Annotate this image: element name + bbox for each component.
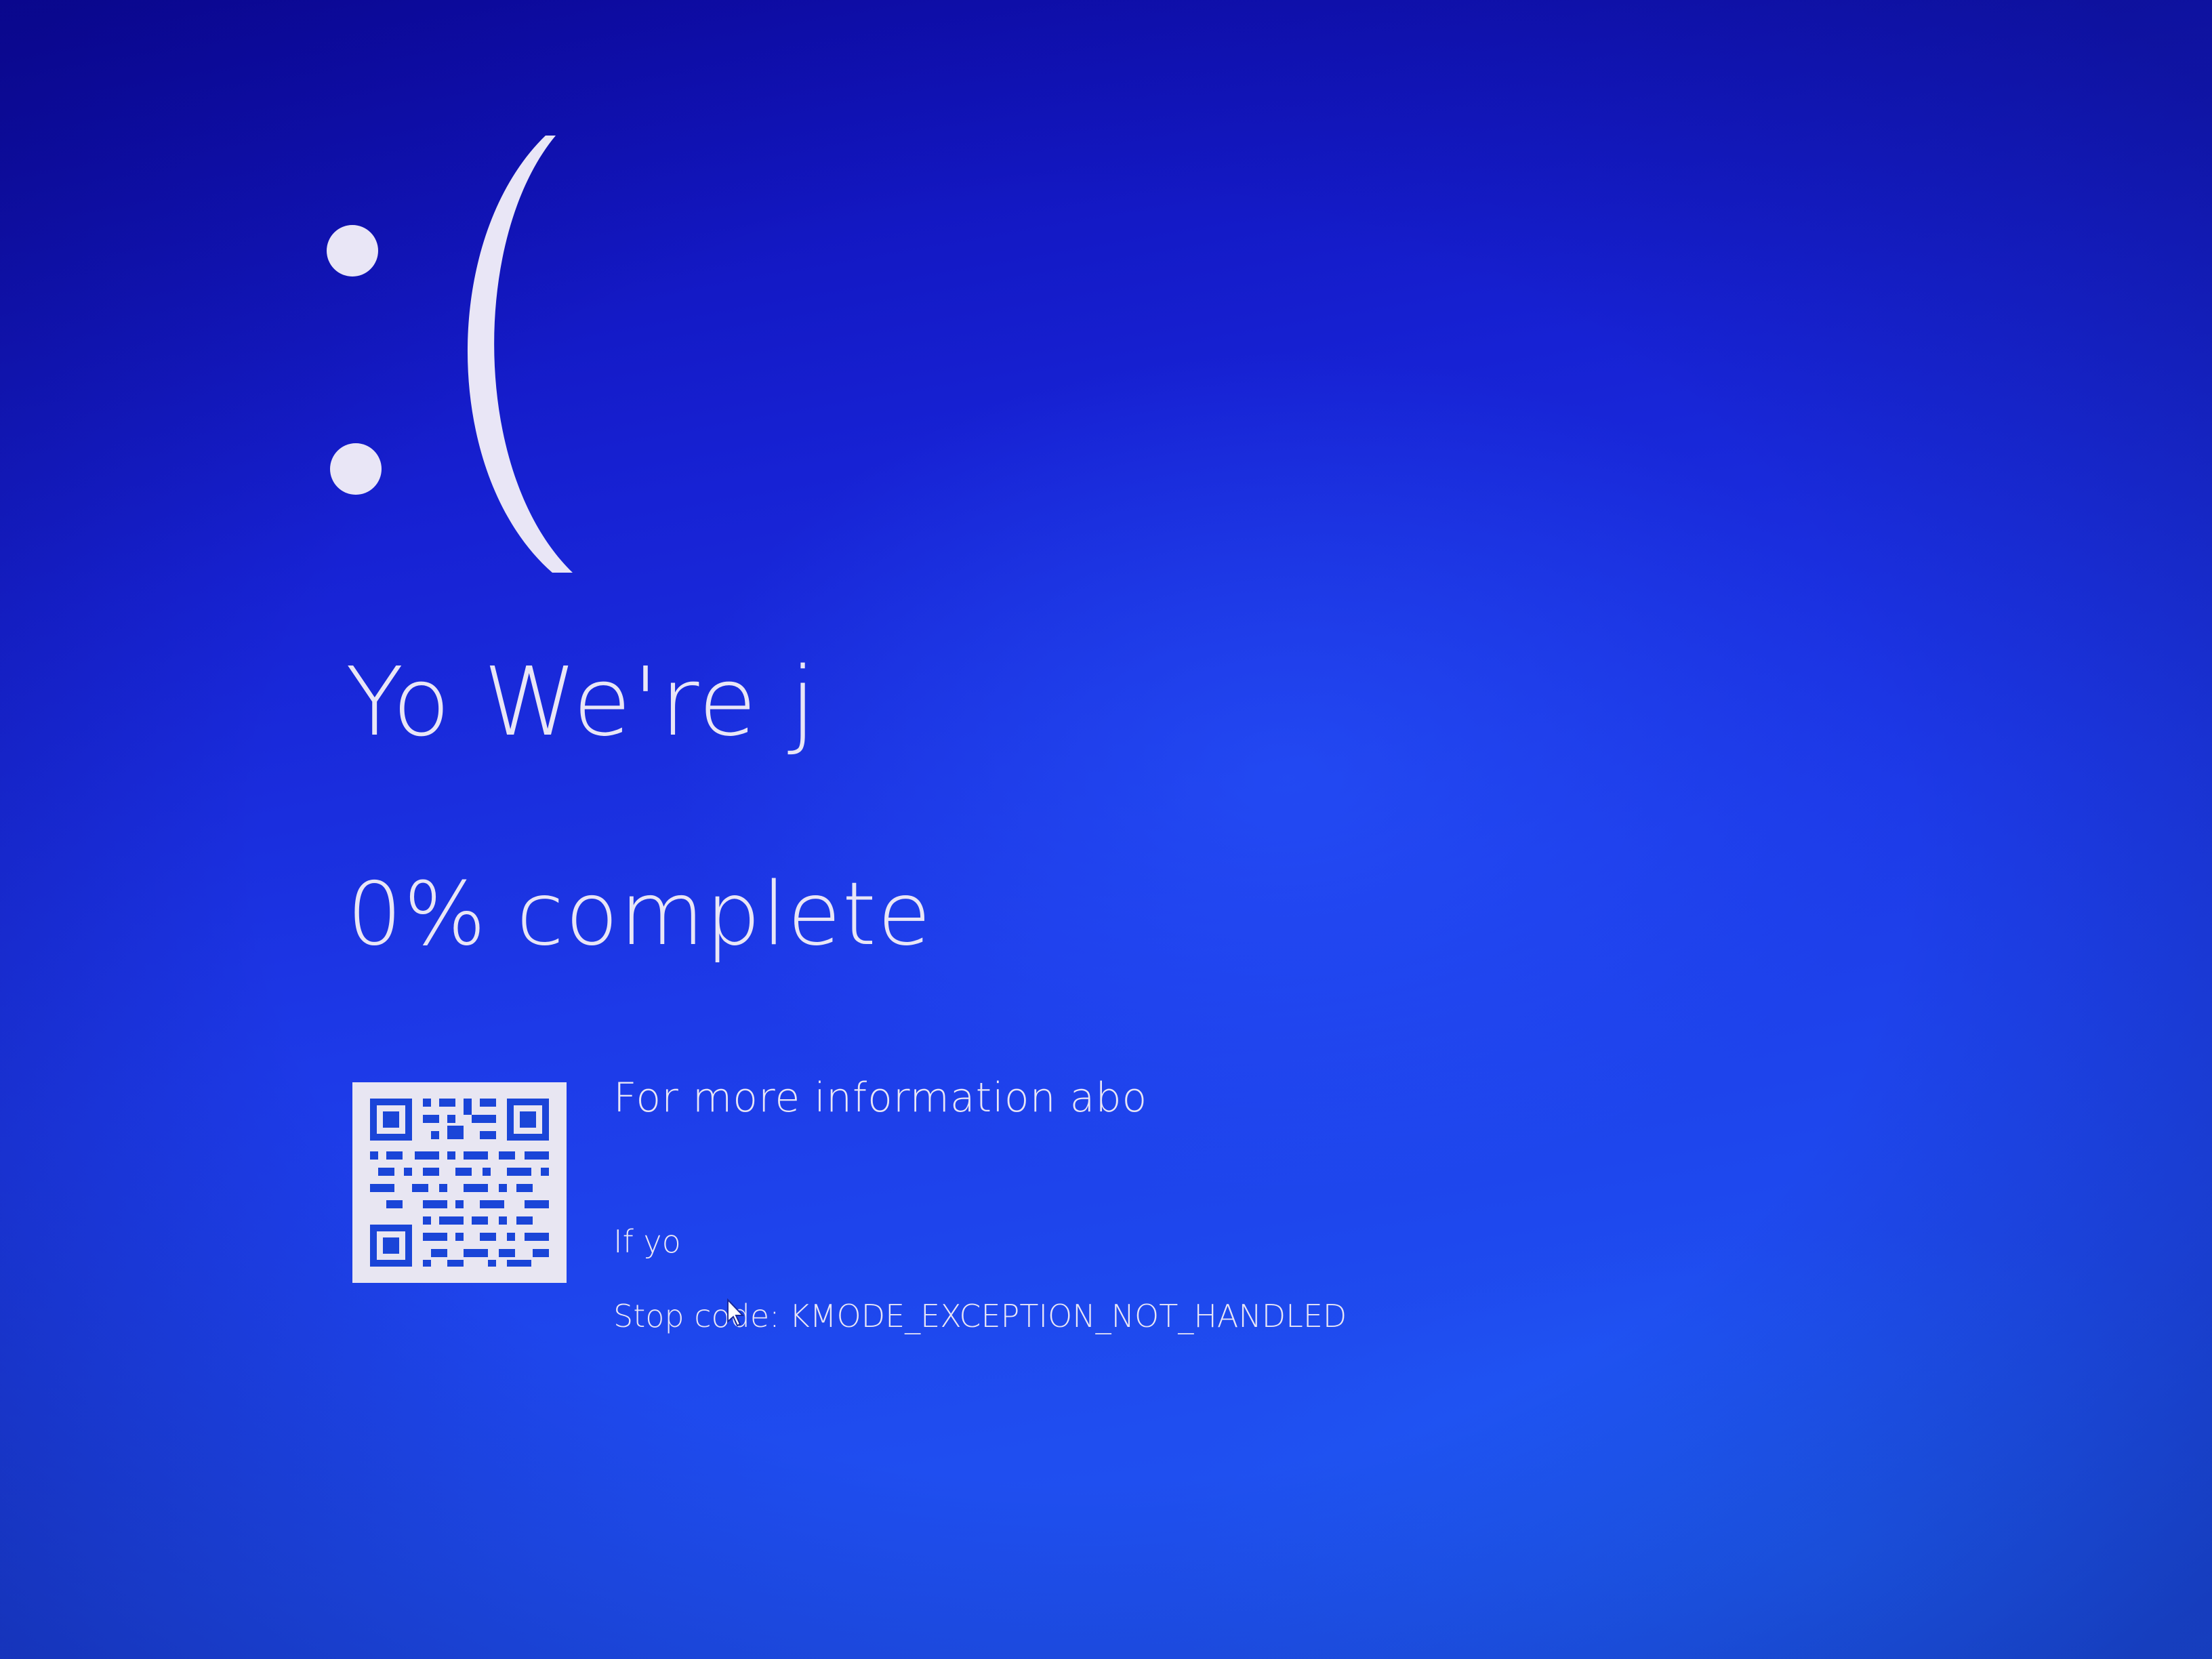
stop-code-line: Stop code: KMODE_EXCEPTION_NOT_HANDLED — [613, 1298, 1347, 1334]
error-headline: Yo We're j — [346, 647, 817, 758]
more-info-text: For more information abo — [613, 1074, 1148, 1122]
mouse-pointer-icon — [727, 1298, 744, 1327]
contact-text: If yo — [613, 1223, 681, 1260]
progress-label: 0% complete — [347, 864, 933, 965]
stop-code-value: KMODE_EXCEPTION_NOT_HANDLED — [789, 1298, 1347, 1334]
sad-face-icon — [327, 136, 573, 573]
stop-code-label: Stop code: — [613, 1298, 780, 1334]
qr-code-icon — [352, 1082, 567, 1283]
